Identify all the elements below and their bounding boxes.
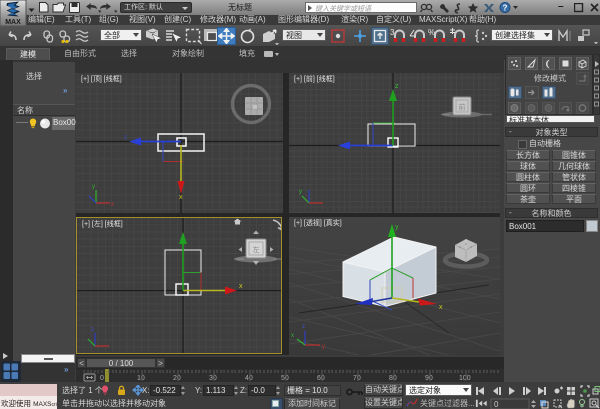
svg-text:y: y	[299, 189, 302, 195]
svg-text:60: 60	[317, 375, 325, 382]
svg-text:0: 0	[494, 400, 499, 409]
svg-text:90: 90	[425, 375, 433, 382]
svg-text:前: 前	[459, 103, 466, 112]
svg-text:y: y	[395, 224, 399, 231]
svg-text:x: x	[179, 194, 183, 201]
svg-text:%: %	[428, 28, 435, 37]
svg-text:3: 3	[390, 28, 395, 37]
svg-text:30: 30	[209, 375, 217, 382]
svg-text:z: z	[302, 324, 305, 330]
svg-text:?: ?	[503, 4, 508, 13]
svg-text:左: 左	[253, 245, 260, 254]
svg-text:x: x	[239, 283, 243, 290]
svg-text:100: 100	[459, 375, 471, 382]
svg-text:x: x	[111, 202, 114, 208]
svg-text:z: z	[395, 83, 399, 90]
svg-text:z: z	[91, 327, 94, 333]
svg-text:y: y	[92, 184, 95, 190]
svg-text:70: 70	[353, 375, 361, 382]
svg-text:20: 20	[173, 375, 181, 382]
svg-text:x: x	[439, 304, 443, 311]
svg-text:y: y	[322, 344, 325, 350]
svg-text:MAX: MAX	[5, 19, 21, 26]
svg-text:80: 80	[389, 375, 397, 382]
svg-text:0: 0	[100, 375, 104, 382]
svg-text:10: 10	[137, 375, 145, 382]
svg-text:50: 50	[281, 375, 289, 382]
svg-text:z: z	[124, 135, 127, 141]
svg-text:40: 40	[245, 375, 253, 382]
svg-text:x: x	[291, 333, 294, 339]
